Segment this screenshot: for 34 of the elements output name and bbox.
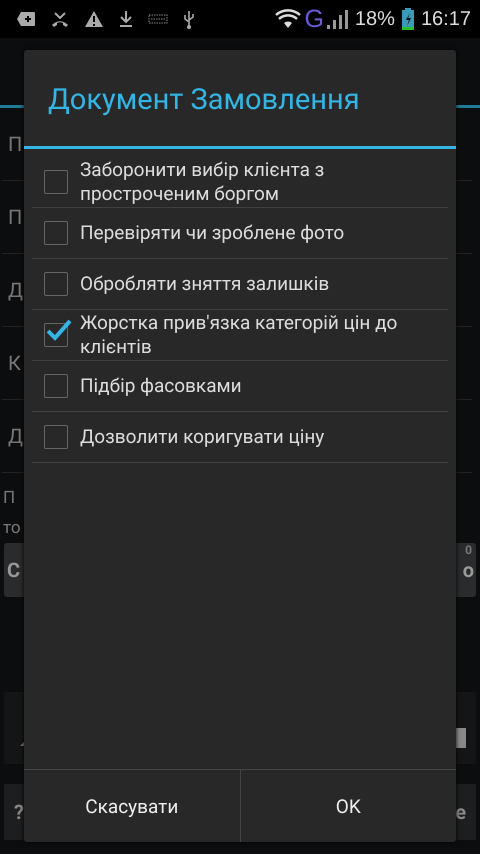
option-label: Жорстка прив'язка категорій цін до клієнтів bbox=[80, 311, 398, 359]
count-label: 0 bbox=[465, 543, 472, 557]
signal-icon bbox=[326, 9, 349, 29]
option-label: Перевіряти чи зроблене фото bbox=[80, 221, 344, 245]
checkbox[interactable] bbox=[44, 221, 68, 245]
setting-label: П bbox=[3, 487, 16, 510]
option-label: Заборонити вибір клієнта з простроченим боргом bbox=[80, 158, 326, 206]
battery-percent: 18% bbox=[354, 8, 395, 30]
download-icon bbox=[118, 10, 134, 28]
keyboard-icon bbox=[148, 14, 168, 24]
checkbox[interactable] bbox=[44, 425, 68, 449]
setting-label: Д bbox=[8, 278, 24, 302]
network-type: G bbox=[304, 4, 324, 34]
warning-icon bbox=[84, 10, 104, 28]
option-label: Підбір фасовками bbox=[80, 374, 242, 398]
option-label: Обробляти зняття залишків bbox=[80, 272, 330, 296]
checkbox[interactable] bbox=[44, 374, 68, 398]
checkbox[interactable] bbox=[44, 170, 68, 194]
setting-label: П bbox=[8, 205, 22, 229]
notification-plus-icon bbox=[16, 11, 36, 27]
dialog-button[interactable]: Скасувати bbox=[24, 770, 240, 842]
setting-label: П bbox=[8, 132, 22, 156]
setting-label: К bbox=[8, 351, 21, 375]
setting-label: Д bbox=[8, 424, 24, 448]
checkbox[interactable] bbox=[44, 272, 68, 296]
dialog-title: Документ Замовлення bbox=[24, 50, 456, 149]
setting-label: то bbox=[3, 517, 21, 540]
battery-charging-icon bbox=[400, 8, 415, 30]
wifi-icon bbox=[275, 9, 302, 29]
clock: 16:17 bbox=[420, 8, 471, 30]
usb-icon bbox=[182, 9, 196, 29]
option-label: Дозволити коригувати ціну bbox=[80, 425, 324, 449]
missed-call-icon bbox=[50, 11, 70, 27]
dialog-button[interactable]: OK bbox=[240, 770, 456, 842]
